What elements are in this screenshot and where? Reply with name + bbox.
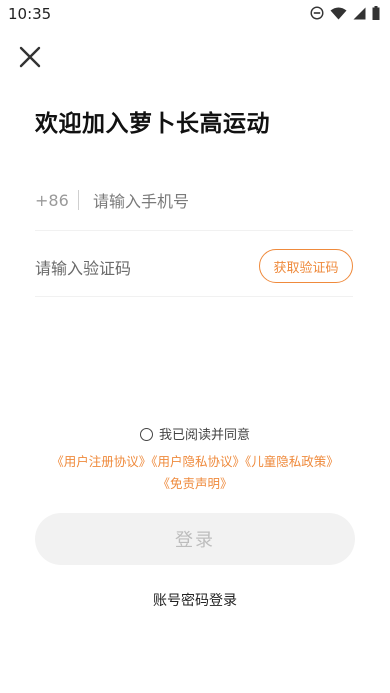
status-icons bbox=[310, 6, 380, 20]
divider bbox=[78, 190, 79, 210]
wifi-icon bbox=[330, 7, 347, 19]
disclaimer-link[interactable]: 《免责声明》 bbox=[157, 476, 232, 491]
user-registration-link[interactable]: 《用户注册协议》 bbox=[51, 454, 151, 469]
page-title: 欢迎加入萝卜长高运动 bbox=[35, 111, 270, 137]
code-field: 获取验证码 bbox=[35, 246, 353, 297]
phone-input[interactable] bbox=[93, 186, 343, 216]
battery-icon bbox=[372, 6, 380, 20]
status-bar: 10:35 bbox=[0, 0, 390, 28]
radio-icon[interactable] bbox=[139, 428, 153, 441]
signal-icon bbox=[353, 7, 366, 19]
get-code-button[interactable]: 获取验证码 bbox=[259, 249, 353, 283]
dnd-icon bbox=[310, 6, 324, 20]
status-time: 10:35 bbox=[8, 5, 52, 23]
child-privacy-link[interactable]: 《儿童隐私政策》 bbox=[245, 454, 339, 469]
close-icon bbox=[19, 46, 41, 68]
phone-field: +86 bbox=[35, 178, 353, 231]
agreement-links: 《用户注册协议》《用户隐私协议》《儿童隐私政策》 《免责声明》 bbox=[20, 451, 370, 495]
user-privacy-link[interactable]: 《用户隐私协议》 bbox=[151, 454, 245, 469]
password-login-link[interactable]: 账号密码登录 bbox=[0, 590, 390, 610]
country-code[interactable]: +86 bbox=[35, 191, 69, 210]
close-button[interactable] bbox=[16, 43, 44, 71]
code-input[interactable] bbox=[35, 253, 235, 283]
agreement-text: 我已阅读并同意 bbox=[158, 428, 250, 443]
agreement-row: 我已阅读并同意 bbox=[0, 424, 390, 443]
login-button[interactable]: 登录 bbox=[35, 513, 355, 565]
